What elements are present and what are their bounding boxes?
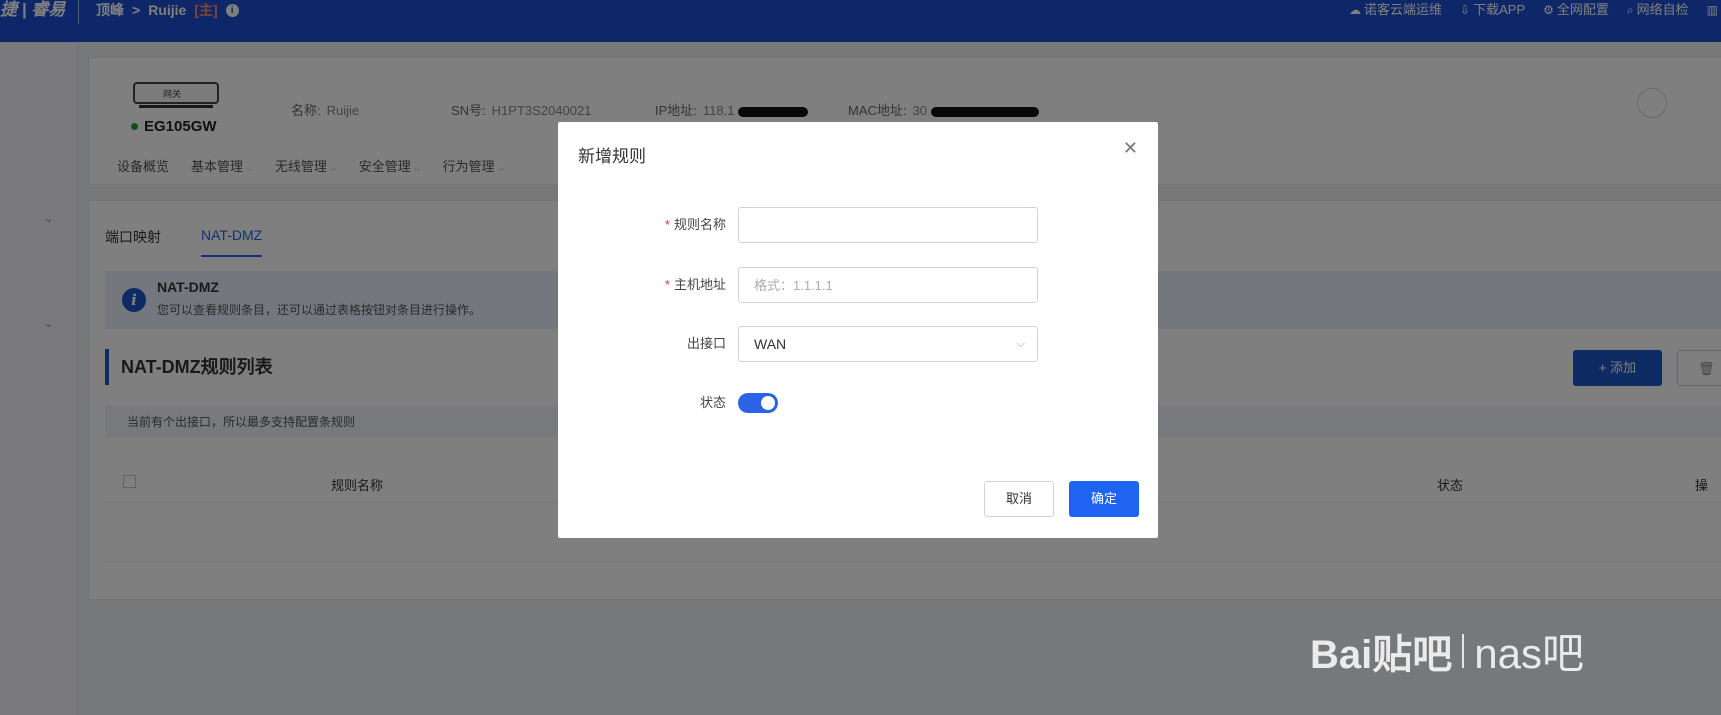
rule-name-label-text: 规则名称 — [673, 217, 726, 232]
host-address-label-text: 主机地址 — [673, 277, 726, 292]
host-address-input[interactable] — [738, 267, 1038, 303]
interface-select[interactable]: WAN ⌵ — [738, 326, 1038, 362]
interface-label: 出接口 — [686, 336, 726, 351]
close-icon[interactable]: ✕ — [1123, 138, 1138, 159]
rule-name-input[interactable] — [738, 207, 1038, 243]
dialog-title: 新增规则 — [578, 147, 646, 166]
host-address-row: * 主机地址 — [558, 267, 1158, 303]
toggle-knob — [761, 396, 775, 410]
watermark-site: nas吧 — [1474, 630, 1584, 677]
status-label: 状态 — [699, 395, 726, 410]
required-mark: * — [664, 277, 670, 292]
baidu-tieba-watermark: Bai贴吧 nas吧 — [1310, 620, 1584, 681]
interface-row: 出接口 WAN ⌵ — [558, 326, 1158, 362]
cancel-button[interactable]: 取消 — [984, 481, 1054, 517]
chevron-down-icon: ⌵ — [1016, 338, 1025, 350]
add-rule-dialog: 新增规则 ✕ *规则名称 *主机地址 出接口 WAN ⌵ 状态 取消 确定 — [558, 122, 1158, 538]
required-mark: * — [664, 217, 670, 232]
confirm-button[interactable]: 确定 — [1069, 481, 1139, 517]
watermark-brand: Bai贴吧 — [1310, 632, 1453, 677]
host-address-label: * 主机地址 — [665, 267, 726, 303]
interface-select-value: WAN — [754, 336, 787, 352]
status-toggle[interactable] — [738, 393, 778, 413]
rule-name-row: * 规则名称 — [558, 207, 1158, 243]
rule-name-label: * 规则名称 — [665, 207, 726, 243]
status-row: 状态 — [558, 385, 1158, 421]
divider — [1462, 633, 1465, 668]
